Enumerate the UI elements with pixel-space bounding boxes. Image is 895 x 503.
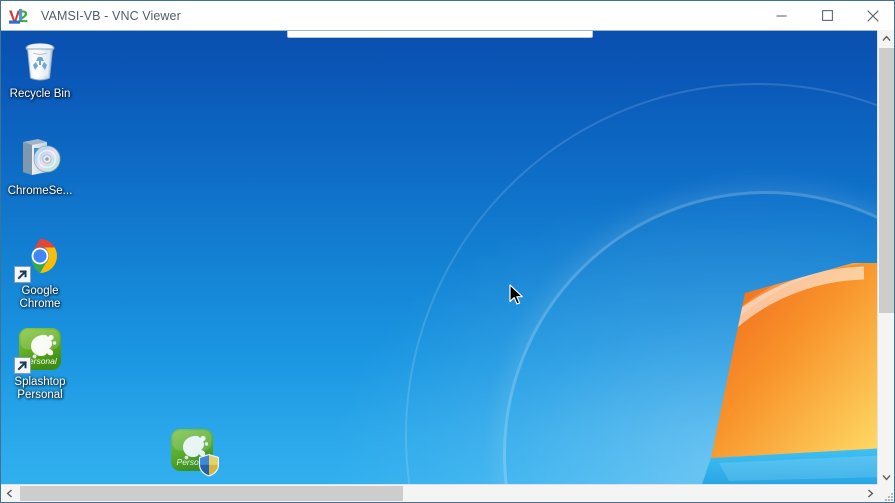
vnc-viewer-window: V 2 VAMSI-VB - VNC Viewer Recycle Bin Ch… (0, 0, 895, 503)
chevron-right-icon (867, 489, 874, 498)
google-chrome-icon (14, 234, 64, 283)
dragged-desktop-icon-splashtop[interactable]: Person (149, 426, 235, 477)
shortcut-overlay-icon (14, 266, 31, 283)
chevron-down-icon (882, 474, 891, 481)
vnc-viewer-logo-icon: V 2 (9, 6, 35, 26)
vertical-scroll-thumb[interactable] (879, 48, 894, 313)
chevron-left-icon (6, 489, 13, 498)
desktop-icon-google-chrome[interactable]: Google Chrome (1, 234, 83, 311)
desktop-icon-label: Recycle Bin (9, 88, 71, 100)
vnc-toolbar-tab[interactable] (287, 31, 593, 38)
splashtop-personal-icon: Personal (14, 325, 64, 374)
resize-grip[interactable] (877, 484, 894, 502)
close-icon (867, 9, 879, 22)
windows-flag-wallpaper-icon (689, 254, 879, 487)
window-title: VAMSI-VB - VNC Viewer (41, 8, 181, 23)
title-bar[interactable]: V 2 VAMSI-VB - VNC Viewer (1, 1, 894, 30)
software-cd-icon (16, 134, 64, 182)
arrow-cursor-icon (509, 284, 525, 306)
desktop-icon-recycle-bin[interactable]: Recycle Bin (1, 37, 83, 101)
desktop-icon-label: ChromeSe... (7, 185, 73, 197)
vertical-scrollbar[interactable] (877, 30, 894, 486)
desktop-icon-label: Splashtop Personal (14, 376, 66, 401)
maximize-icon (821, 10, 833, 21)
wallpaper-glow (1, 31, 879, 487)
scroll-left-button[interactable] (1, 485, 18, 502)
desktop-icon-splashtop-personal[interactable]: Personal Splashtop Personal (1, 325, 83, 402)
close-button[interactable] (850, 1, 894, 30)
desktop-icon-chrome-setup[interactable]: ChromeSe... (1, 134, 83, 198)
minimize-icon (776, 15, 786, 17)
recycle-bin-icon (16, 37, 64, 85)
shortcut-overlay-icon (14, 357, 31, 374)
wallpaper-arc-inner (405, 83, 879, 487)
minimize-button[interactable] (758, 1, 804, 30)
uac-shield-icon (198, 453, 220, 477)
maximize-button[interactable] (804, 1, 850, 30)
chevron-up-icon (882, 35, 891, 42)
scroll-up-button[interactable] (878, 30, 894, 47)
horizontal-scroll-thumb[interactable] (20, 486, 403, 501)
wallpaper-arc-outer (503, 191, 879, 487)
remote-desktop-surface[interactable]: Recycle Bin ChromeSe... Google Chrome Pe… (1, 31, 879, 487)
desktop-icon-label: Google Chrome (19, 285, 61, 310)
remote-desktop-viewport[interactable]: Recycle Bin ChromeSe... Google Chrome Pe… (1, 30, 879, 487)
resize-grip-icon (885, 493, 893, 501)
splashtop-personal-icon: Person (168, 426, 219, 477)
horizontal-scrollbar[interactable] (1, 484, 879, 502)
window-controls (758, 1, 894, 30)
